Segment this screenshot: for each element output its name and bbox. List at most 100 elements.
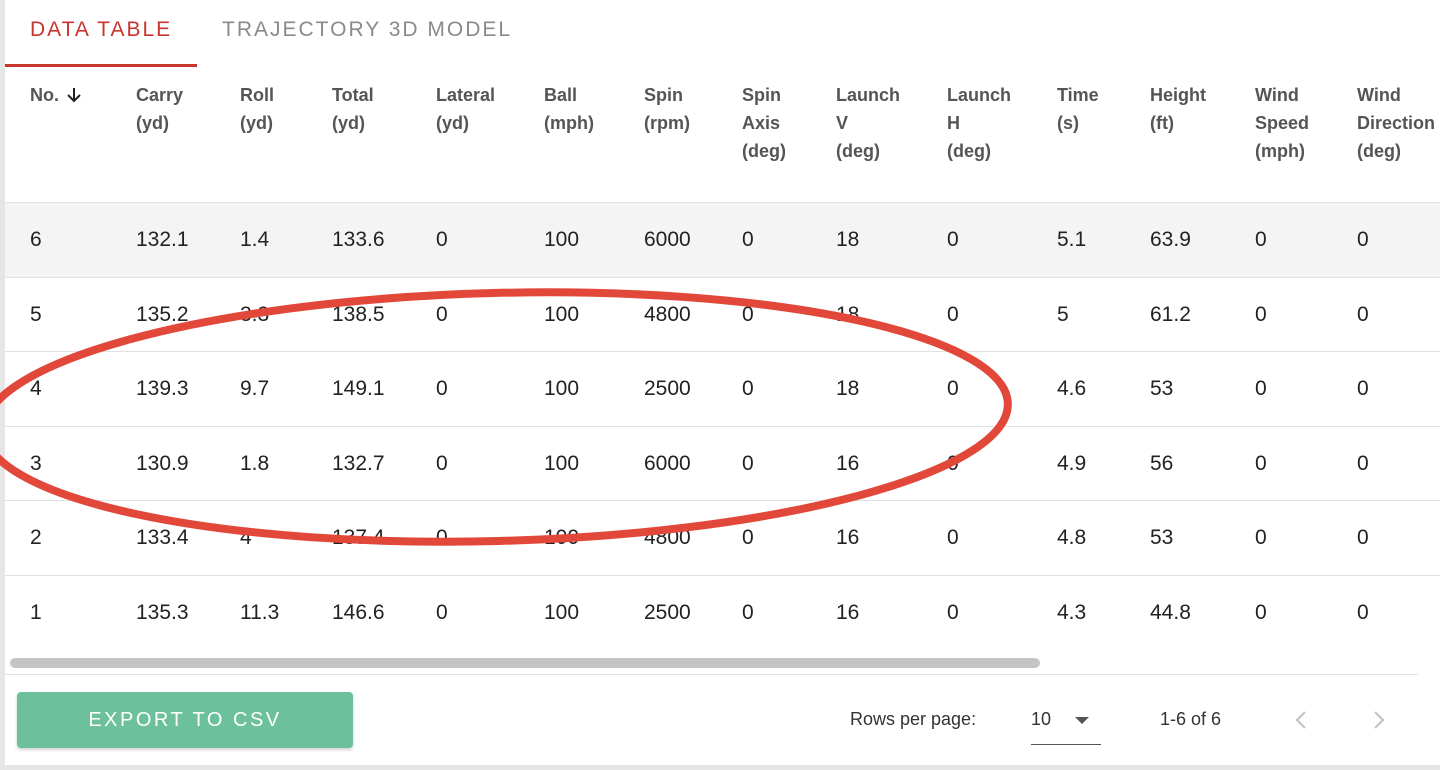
footer-divider xyxy=(5,674,1418,675)
table-cell: 0 xyxy=(1255,526,1267,549)
rows-per-page-select[interactable]: 10 xyxy=(1031,702,1101,745)
column-header-label: Total (yd) xyxy=(332,85,374,133)
table-cell: 6000 xyxy=(644,451,691,475)
table-cell: 53 xyxy=(1150,377,1174,400)
table-cell: 3.3 xyxy=(240,302,270,326)
table-cell: 18 xyxy=(836,302,860,326)
table-cell: 4800 xyxy=(644,302,691,326)
bottom-frame-edge xyxy=(0,765,1440,770)
column-header[interactable]: Time (s) xyxy=(1057,81,1099,137)
table-cell: 135.3 xyxy=(136,600,189,624)
table-cell: 53 xyxy=(1150,526,1174,549)
table-cell: 0 xyxy=(742,377,754,400)
tab-trajectory-3d-model[interactable]: TRAJECTORY 3D MODEL xyxy=(222,18,512,42)
table-cell: 0 xyxy=(436,526,448,549)
table-cell: 0 xyxy=(742,451,754,475)
table-cell: 0 xyxy=(947,228,959,251)
table-cell: 100 xyxy=(544,228,580,251)
table-cell: 1.4 xyxy=(240,228,270,251)
table-cell: 0 xyxy=(947,526,959,549)
table-cell: 149.1 xyxy=(332,377,385,400)
table-cell: 0 xyxy=(1357,451,1369,475)
rows-per-page-label: Rows per page: xyxy=(850,709,977,729)
column-header[interactable]: Carry (yd) xyxy=(136,81,183,137)
column-header-label: Spin (rpm) xyxy=(644,85,690,133)
table-cell: 4.6 xyxy=(1057,377,1087,400)
scrollbar-thumb[interactable] xyxy=(10,658,1040,668)
table-cell: 100 xyxy=(544,600,580,624)
table-cell: 6 xyxy=(30,228,42,251)
column-header[interactable]: Lateral (yd) xyxy=(436,81,495,137)
table-cell: 0 xyxy=(1357,600,1369,624)
column-header[interactable]: Total (yd) xyxy=(332,81,374,137)
column-header[interactable]: Spin (rpm) xyxy=(644,81,690,137)
column-header[interactable]: Roll (yd) xyxy=(240,81,274,137)
table-cell: 63.9 xyxy=(1150,228,1191,251)
table-cell: 130.9 xyxy=(136,451,189,475)
column-header-label: Carry (yd) xyxy=(136,85,184,133)
table-cell: 18 xyxy=(836,228,860,251)
column-header[interactable]: Wind Direction (deg) xyxy=(1357,81,1435,165)
table-cell: 1 xyxy=(30,600,42,624)
next-page-button[interactable] xyxy=(1364,705,1394,735)
table-cell: 100 xyxy=(544,302,580,326)
table-row[interactable]: 4 139.3 9.7 149.1 0 100 2500 0 18 0 4.6 53 0 0 xyxy=(5,351,1440,426)
prev-page-button[interactable] xyxy=(1286,705,1316,735)
table-cell: 5.1 xyxy=(1057,228,1087,251)
table-cell: 0 xyxy=(947,302,959,326)
table-cell: 0 xyxy=(1357,302,1369,326)
export-csv-button[interactable]: EXPORT TO CSV xyxy=(17,692,353,748)
table-row[interactable]: 6 132.1 1.4 133.6 0 100 6000 0 18 0 5.1 63.9 0 0 xyxy=(5,202,1440,277)
table-cell: 0 xyxy=(436,302,448,326)
column-header-label: Roll (yd) xyxy=(240,85,274,133)
table-cell: 11.3 xyxy=(240,600,280,624)
tab-data-table[interactable]: DATA TABLE xyxy=(30,18,172,42)
column-header-label: Launch V (deg) xyxy=(836,85,901,161)
column-header-label: Ball (mph) xyxy=(544,85,594,133)
column-header-label: Time (s) xyxy=(1057,85,1099,133)
table-cell: 0 xyxy=(742,526,754,549)
table-cell: 146.6 xyxy=(332,600,385,624)
table-row[interactable]: 1 135.3 11.3 146.6 0 100 2500 0 16 0 4.3 44.8 0 0 xyxy=(5,574,1440,650)
table-cell: 4.3 xyxy=(1057,600,1087,624)
table-row[interactable]: 5 135.2 3.3 138.5 0 100 4800 0 18 0 5 61.2 0 0 xyxy=(5,276,1440,352)
table-cell: 5 xyxy=(1057,302,1069,326)
table-cell: 6000 xyxy=(644,228,691,251)
table-cell: 4 xyxy=(30,377,42,400)
horizontal-scrollbar[interactable] xyxy=(5,650,1440,674)
table-cell: 16 xyxy=(836,526,860,549)
table-cell: 2500 xyxy=(644,377,691,400)
table-cell: 132.1 xyxy=(136,228,189,251)
table-cell: 137.4 xyxy=(332,526,385,549)
arrow-down-icon xyxy=(65,81,83,109)
column-header-no[interactable]: No. xyxy=(30,81,83,109)
table-row[interactable]: 3 130.9 1.8 132.7 0 100 6000 0 16 0 4.9 56 0 0 xyxy=(5,425,1440,501)
table-cell: 0 xyxy=(1357,526,1369,549)
table-cell: 100 xyxy=(544,377,580,400)
column-header[interactable]: Wind Speed (mph) xyxy=(1255,81,1309,165)
dropdown-caret-icon xyxy=(1075,717,1089,724)
table-cell: 0 xyxy=(1255,228,1267,251)
table-cell: 100 xyxy=(544,451,580,475)
table-cell: 18 xyxy=(836,377,860,400)
table-cell: 4 xyxy=(240,526,252,549)
table-cell: 138.5 xyxy=(332,302,385,326)
column-header[interactable]: Launch H (deg) xyxy=(947,81,1011,165)
column-header[interactable]: Launch V (deg) xyxy=(836,81,900,165)
table-cell: 2 xyxy=(30,526,42,549)
column-header[interactable]: Height (ft) xyxy=(1150,81,1206,137)
table-cell: 5 xyxy=(30,302,42,326)
table-cell: 100 xyxy=(544,526,580,549)
table-cell: 0 xyxy=(436,228,448,251)
column-header[interactable]: Ball (mph) xyxy=(544,81,594,137)
table-cell: 4.8 xyxy=(1057,526,1087,549)
table-cell: 0 xyxy=(436,451,448,475)
table-row[interactable]: 2 133.4 4 137.4 0 100 4800 0 16 0 4.8 53 0 0 xyxy=(5,500,1440,575)
table-cell: 0 xyxy=(1255,377,1267,400)
column-header-label: Lateral (yd) xyxy=(436,85,496,133)
table-cell: 135.2 xyxy=(136,302,189,326)
table-cell: 0 xyxy=(947,377,959,400)
table-cell: 0 xyxy=(742,302,754,326)
column-header[interactable]: Spin Axis (deg) xyxy=(742,81,786,165)
table-cell: 9.7 xyxy=(240,377,270,400)
